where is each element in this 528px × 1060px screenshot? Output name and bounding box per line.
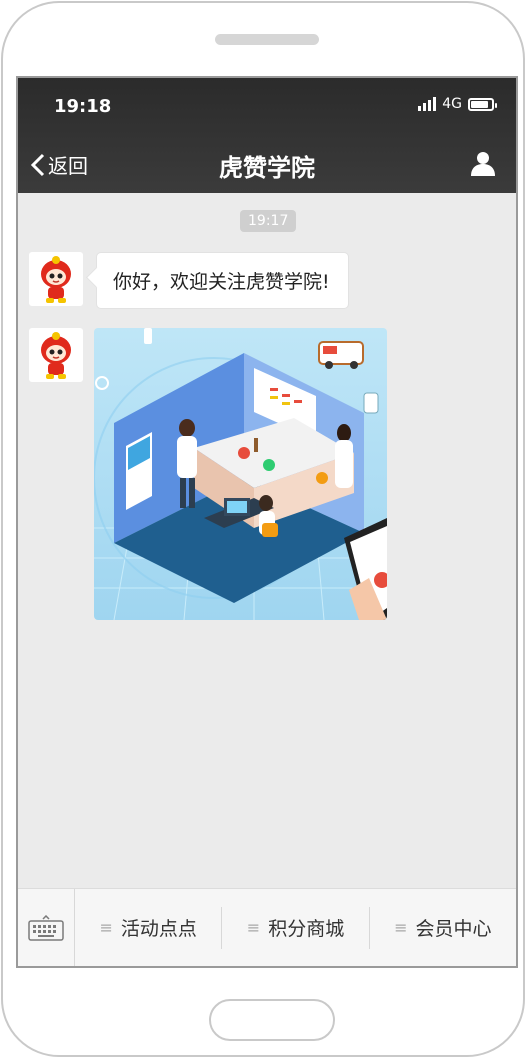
battery-icon [468, 97, 497, 111]
menu-item-label: 会员中心 [415, 918, 492, 940]
home-button[interactable] [209, 999, 335, 1041]
user-icon [471, 152, 495, 176]
message-bubble[interactable]: 你好，欢迎关注虎赞学院! [96, 252, 349, 309]
signal-icon [418, 97, 437, 111]
profile-button[interactable] [470, 150, 496, 180]
menu-lines-icon: ≡ [246, 918, 261, 937]
lab-illustration [94, 328, 387, 620]
menu-item-points-mall[interactable]: ≡ 积分商城 [222, 906, 370, 949]
image-message[interactable] [94, 328, 387, 620]
mascot-avatar[interactable] [29, 328, 83, 382]
chat-area[interactable]: 19:17 你好，欢迎关注虎赞学院! [18, 193, 516, 893]
bottom-menu: ≡ 活动点点 ≡ 积分商城 ≡ 会员中心 [18, 888, 516, 966]
mascot-icon [41, 256, 71, 303]
keyboard-toggle-button[interactable] [18, 889, 75, 966]
menu-lines-icon: ≡ [394, 918, 408, 937]
menu-item-member-center[interactable]: ≡ 会员中心 [370, 907, 516, 949]
menu-item-activities[interactable]: ≡ 活动点点 [75, 906, 223, 949]
mascot-avatar[interactable] [29, 252, 83, 306]
screen: 19:18 4G 返回 虎赞学院 19:17 你好，欢迎关注虎赞学院! ≡ 活动… [16, 76, 518, 968]
menu-item-label: 积分商城 [268, 918, 345, 940]
mascot-icon [41, 332, 71, 379]
network-type: 4G [442, 96, 462, 112]
status-time: 19:18 [54, 96, 112, 117]
top-bar: 19:18 4G 返回 虎赞学院 [18, 78, 516, 193]
page-title: 虎赞学院 [219, 154, 315, 182]
menu-item-label: 活动点点 [120, 918, 197, 940]
menu-lines-icon: ≡ [99, 918, 113, 937]
message-text: 你好，欢迎关注虎赞学院! [113, 271, 330, 293]
status-indicators: 4G [418, 96, 497, 112]
phone-speaker [215, 34, 319, 45]
message-timestamp: 19:17 [240, 210, 297, 232]
phone-frame: 19:18 4G 返回 虎赞学院 19:17 你好，欢迎关注虎赞学院! ≡ 活动… [1, 1, 525, 1057]
keyboard-icon [28, 914, 64, 941]
